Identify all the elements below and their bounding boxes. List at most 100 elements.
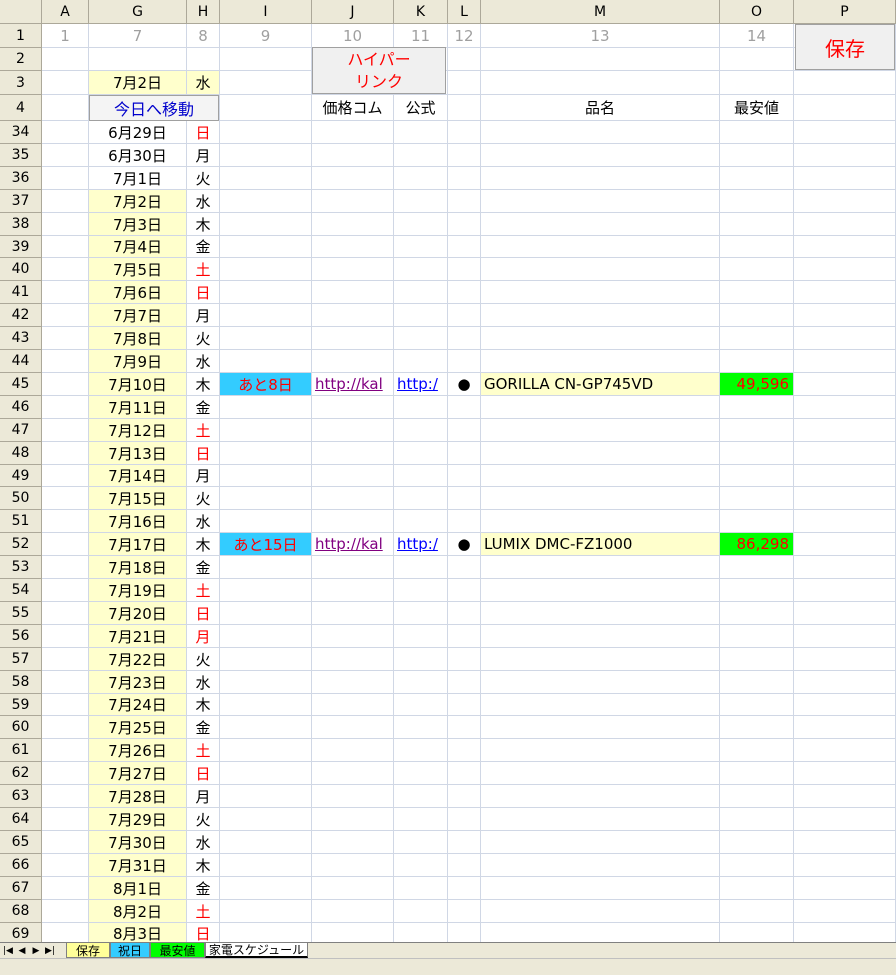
weekday-cell[interactable]: 土 — [187, 419, 220, 442]
row-header[interactable]: 64 — [0, 808, 42, 831]
cell[interactable] — [481, 48, 720, 71]
cell[interactable] — [312, 190, 394, 213]
cell[interactable] — [312, 694, 394, 716]
cell[interactable] — [481, 762, 720, 785]
row-header[interactable]: 43 — [0, 327, 42, 350]
cell[interactable] — [481, 442, 720, 465]
cell[interactable] — [42, 48, 89, 71]
cell[interactable] — [42, 556, 89, 579]
column-number-cell[interactable]: 12 — [448, 24, 481, 48]
header-official[interactable]: 公式 — [394, 95, 448, 121]
cell[interactable] — [42, 213, 89, 236]
weekday-cell[interactable]: 木 — [187, 373, 220, 396]
cell[interactable] — [394, 327, 448, 350]
cell[interactable] — [42, 327, 89, 350]
date-cell[interactable]: 7月2日 — [89, 190, 187, 213]
cell[interactable] — [312, 487, 394, 510]
cell[interactable] — [394, 602, 448, 625]
cell[interactable] — [481, 350, 720, 373]
date-cell[interactable]: 7月9日 — [89, 350, 187, 373]
cell[interactable] — [448, 258, 481, 281]
cell[interactable] — [220, 236, 312, 258]
weekday-cell[interactable]: 日 — [187, 602, 220, 625]
cell[interactable] — [312, 762, 394, 785]
cell[interactable] — [394, 167, 448, 190]
cell[interactable] — [394, 694, 448, 716]
cell[interactable] — [394, 556, 448, 579]
date-cell[interactable]: 7月11日 — [89, 396, 187, 419]
cell[interactable] — [794, 487, 896, 510]
cell[interactable] — [42, 373, 89, 396]
cell[interactable] — [394, 442, 448, 465]
cell[interactable] — [720, 900, 794, 923]
cell[interactable] — [42, 396, 89, 419]
cell[interactable] — [220, 900, 312, 923]
cell[interactable] — [312, 923, 394, 942]
column-header-M[interactable]: M — [481, 0, 720, 24]
column-header-H[interactable]: H — [187, 0, 220, 24]
header-product-name[interactable]: 品名 — [481, 95, 720, 121]
cell[interactable] — [394, 923, 448, 942]
cell[interactable] — [448, 396, 481, 419]
cell[interactable] — [220, 95, 312, 121]
cell[interactable] — [312, 350, 394, 373]
date-cell[interactable]: 7月23日 — [89, 671, 187, 694]
cell[interactable] — [794, 304, 896, 327]
cell[interactable] — [794, 533, 896, 556]
cell[interactable] — [720, 923, 794, 942]
weekday-cell[interactable]: 月 — [187, 625, 220, 648]
cell[interactable] — [394, 304, 448, 327]
cell[interactable] — [220, 785, 312, 808]
cell[interactable] — [720, 625, 794, 648]
row-header[interactable]: 37 — [0, 190, 42, 213]
cell[interactable] — [448, 236, 481, 258]
cell[interactable] — [220, 716, 312, 739]
cell[interactable] — [42, 808, 89, 831]
cell[interactable] — [394, 808, 448, 831]
cell[interactable] — [720, 213, 794, 236]
cell[interactable] — [394, 877, 448, 900]
weekday-cell[interactable]: 火 — [187, 808, 220, 831]
row-header[interactable]: 66 — [0, 854, 42, 877]
cell[interactable] — [481, 281, 720, 304]
cell[interactable] — [394, 190, 448, 213]
cell[interactable] — [220, 121, 312, 144]
cell[interactable] — [794, 762, 896, 785]
weekday-cell[interactable]: 火 — [187, 648, 220, 671]
cell[interactable] — [312, 465, 394, 487]
cell[interactable] — [42, 671, 89, 694]
cell[interactable] — [720, 236, 794, 258]
cell[interactable] — [312, 419, 394, 442]
date-cell[interactable]: 7月29日 — [89, 808, 187, 831]
date-cell[interactable]: 7月24日 — [89, 694, 187, 716]
weekday-cell[interactable]: 火 — [187, 167, 220, 190]
cell[interactable] — [481, 877, 720, 900]
cell[interactable] — [720, 487, 794, 510]
row-header[interactable]: 51 — [0, 510, 42, 533]
cell[interactable] — [720, 739, 794, 762]
cell[interactable] — [448, 465, 481, 487]
cell[interactable] — [720, 144, 794, 167]
weekday-cell[interactable]: 金 — [187, 716, 220, 739]
lowest-price-cell[interactable]: 49,596 — [720, 373, 794, 396]
cell[interactable] — [394, 510, 448, 533]
cell[interactable] — [720, 190, 794, 213]
date-cell[interactable]: 7月12日 — [89, 419, 187, 442]
cell[interactable] — [794, 327, 896, 350]
cell[interactable] — [312, 854, 394, 877]
weekday-cell[interactable]: 月 — [187, 304, 220, 327]
row-header[interactable]: 68 — [0, 900, 42, 923]
cell[interactable] — [481, 900, 720, 923]
weekday-cell[interactable]: 水 — [187, 350, 220, 373]
cell[interactable] — [448, 602, 481, 625]
cell[interactable] — [220, 694, 312, 716]
cell[interactable] — [448, 648, 481, 671]
weekday-cell[interactable]: 土 — [187, 579, 220, 602]
cell[interactable] — [448, 121, 481, 144]
cell[interactable] — [481, 236, 720, 258]
cell[interactable] — [794, 236, 896, 258]
sheet-tab-1[interactable]: 祝日 — [110, 943, 150, 958]
cell[interactable] — [220, 190, 312, 213]
cell[interactable] — [448, 442, 481, 465]
cell[interactable] — [42, 95, 89, 121]
